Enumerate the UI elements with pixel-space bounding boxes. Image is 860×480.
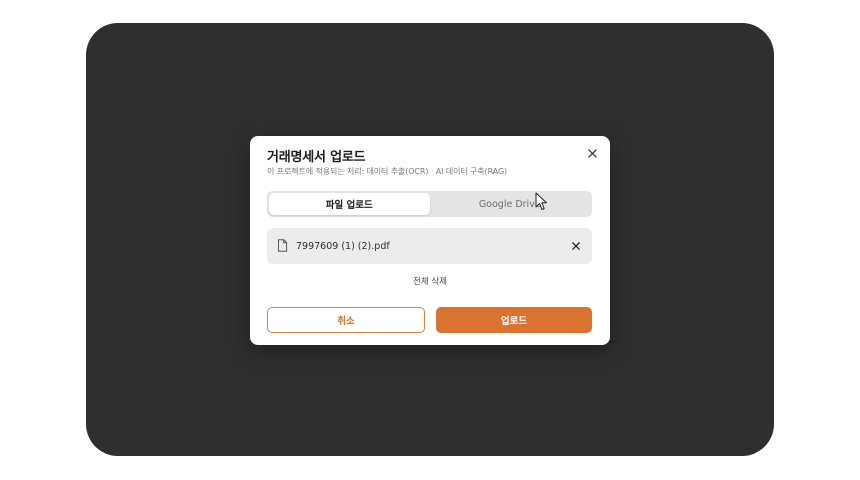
upload-button[interactable]: 업로드 xyxy=(436,307,592,333)
file-name: 7997609 (1) (2).pdf xyxy=(296,240,390,252)
tab-google-drive[interactable]: Google Drive xyxy=(430,193,591,215)
close-button[interactable] xyxy=(585,146,599,160)
tab-file-upload[interactable]: 파일 업로드 xyxy=(269,193,430,215)
file-list-item: 7997609 (1) (2).pdf xyxy=(267,228,592,264)
file-icon xyxy=(277,239,289,253)
remove-file-button[interactable] xyxy=(570,240,582,252)
mouse-pointer-icon xyxy=(535,192,547,210)
dialog-subtitle: 이 프로젝트에 적용되는 처리: 데이터 추출(OCR) · AI 데이터 구축… xyxy=(267,167,508,176)
dialog-title: 거래명세서 업로드 xyxy=(267,150,366,165)
remove-file-icon xyxy=(572,242,580,250)
cancel-button[interactable]: 취소 xyxy=(267,307,425,333)
close-icon xyxy=(587,148,597,158)
clear-all-link[interactable]: 전체 삭제 xyxy=(250,275,610,287)
upload-dialog: 거래명세서 업로드 이 프로젝트에 적용되는 처리: 데이터 추출(OCR) ·… xyxy=(250,136,610,345)
